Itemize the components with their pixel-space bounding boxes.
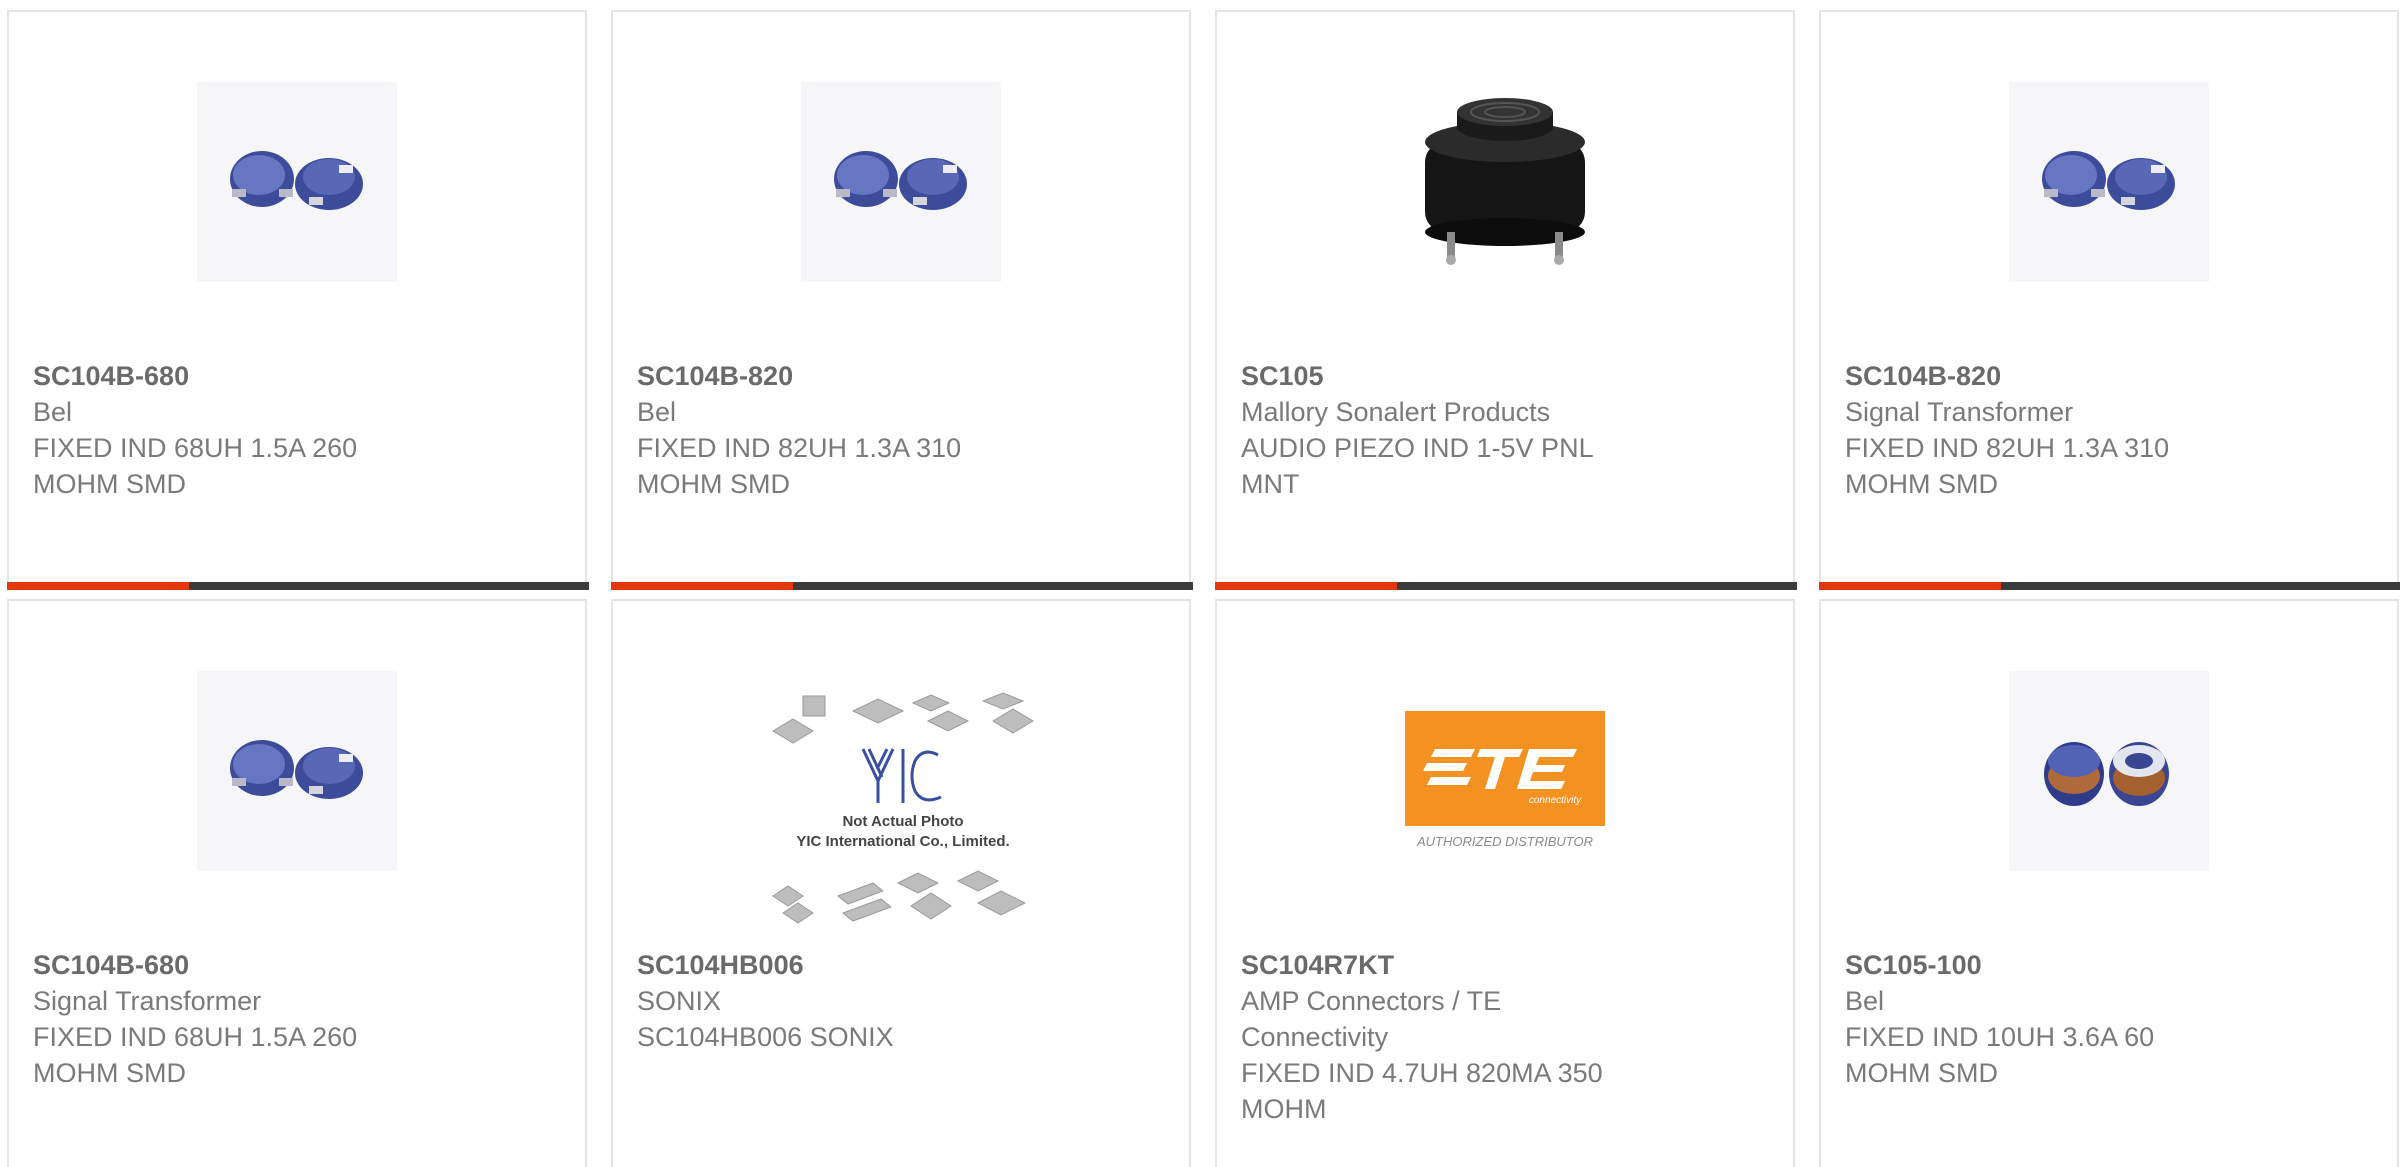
product-card[interactable]: Not Actual Photo YIC International Co., … [611,599,1191,1167]
product-card[interactable]: SC104B-820 Signal Transformer FIXED IND … [1819,10,2400,590]
smd-inductor-image [197,82,397,282]
manufacturer: AMP Connectors / TE Connectivity [1241,986,1502,1052]
manufacturer: Mallory Sonalert Products [1241,397,1551,427]
description: FIXED IND 82UH 1.3A 310 MOHM SMD [637,433,962,499]
product-info: SC105-100 Bel FIXED IND 10UH 3.6A 60 MOH… [1845,947,2245,1091]
smd-inductor-image [801,82,1001,282]
placeholder-line: YIC International Co., Limited. [796,833,1009,850]
product-info: SC105 Mallory Sonalert Products AUDIO PI… [1241,358,1641,502]
description: FIXED IND 4.7UH 820MA 350 MOHM [1241,1058,1603,1124]
product-grid: SC104B-680 Bel FIXED IND 68UH 1.5A 260 M… [0,0,2400,1167]
product-card[interactable]: SC105-100 Bel FIXED IND 10UH 3.6A 60 MOH… [1819,599,2399,1167]
manufacturer: Signal Transformer [33,986,262,1016]
product-info: SC104R7KT AMP Connectors / TE Connectivi… [1241,947,1641,1127]
logo-subtext: connectivity [1529,795,1582,806]
part-number[interactable]: SC104B-820 [1845,358,2245,394]
wound-inductor-image [2009,671,2209,871]
te-logo-image: connectivity AUTHORIZED DISTRIBUTOR [1405,671,1605,871]
manufacturer: Signal Transformer [1845,397,2074,427]
part-number[interactable]: SC104B-820 [637,358,1037,394]
description: FIXED IND 68UH 1.5A 260 MOHM SMD [33,433,358,499]
part-number[interactable]: SC105 [1241,358,1641,394]
description: SC104HB006 SONIX [637,1022,894,1052]
yic-placeholder-image: Not Actual Photo YIC International Co., … [763,691,1043,931]
product-info: SC104HB006 SONIX SC104HB006 SONIX [637,947,1037,1055]
product-card[interactable]: SC104B-680 Signal Transformer FIXED IND … [7,599,587,1167]
manufacturer: Bel [637,397,677,427]
part-number[interactable]: SC104B-680 [33,947,433,983]
smd-inductor-image [2009,82,2209,282]
product-card[interactable]: SC105 Mallory Sonalert Products AUDIO PI… [1215,10,1797,590]
product-card[interactable]: SC104B-680 Bel FIXED IND 68UH 1.5A 260 M… [7,10,589,590]
logo-caption: AUTHORIZED DISTRIBUTOR [1416,834,1593,849]
part-number[interactable]: SC105-100 [1845,947,2245,983]
product-info: SC104B-680 Signal Transformer FIXED IND … [33,947,433,1091]
card-bottom-bar [7,582,589,590]
placeholder-line: Not Actual Photo [842,813,963,830]
product-info: SC104B-820 Signal Transformer FIXED IND … [1845,358,2245,502]
card-bottom-bar [1215,582,1797,590]
manufacturer: Bel [1845,986,1885,1016]
manufacturer: Bel [33,397,73,427]
manufacturer: SONIX [637,986,722,1016]
description: FIXED IND 10UH 3.6A 60 MOHM SMD [1845,1022,2155,1088]
product-info: SC104B-820 Bel FIXED IND 82UH 1.3A 310 M… [637,358,1037,502]
product-info: SC104B-680 Bel FIXED IND 68UH 1.5A 260 M… [33,358,433,502]
product-card[interactable]: SC104B-820 Bel FIXED IND 82UH 1.3A 310 M… [611,10,1193,590]
part-number[interactable]: SC104B-680 [33,358,433,394]
description: FIXED IND 68UH 1.5A 260 MOHM SMD [33,1022,358,1088]
description: FIXED IND 82UH 1.3A 310 MOHM SMD [1845,433,2170,499]
card-bottom-bar [611,582,1193,590]
piezo-buzzer-image [1405,82,1605,282]
part-number[interactable]: SC104HB006 [637,947,1037,983]
smd-inductor-image [197,671,397,871]
part-number[interactable]: SC104R7KT [1241,947,1641,983]
description: AUDIO PIEZO IND 1-5V PNL MNT [1241,433,1593,499]
card-bottom-bar [1819,582,2400,590]
product-card[interactable]: connectivity AUTHORIZED DISTRIBUTOR SC10… [1215,599,1795,1167]
